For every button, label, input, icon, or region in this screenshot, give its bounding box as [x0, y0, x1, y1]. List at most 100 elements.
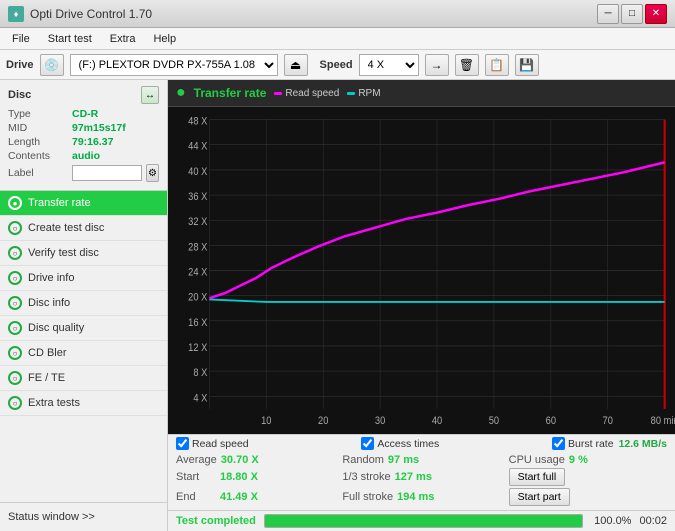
svg-text:40 X: 40 X [188, 166, 207, 178]
nav-label-drive-info: Drive info [28, 272, 74, 284]
stat-full-stroke-val: 194 ms [397, 491, 447, 503]
legend-read-speed: Read speed [274, 88, 339, 99]
burst-rate-label: Burst rate [568, 438, 614, 450]
status-window-button[interactable]: Status window >> [0, 507, 167, 527]
clear-button[interactable]: 🗑 [455, 54, 479, 76]
menu-file[interactable]: File [4, 31, 38, 47]
disc-arrow-button[interactable]: ↔ [141, 86, 159, 104]
verify-test-disc-icon: ○ [8, 246, 22, 260]
read-speed-label: Read speed [192, 438, 249, 450]
svg-text:24 X: 24 X [188, 267, 207, 279]
svg-text:36 X: 36 X [188, 191, 207, 203]
save-button[interactable]: 💾 [515, 54, 539, 76]
nav-label-cd-bler: CD Bler [28, 347, 67, 359]
chart-area: 48 X 44 X 40 X 36 X 32 X 28 X 24 X 20 X … [168, 107, 675, 434]
progress-status-label: Test completed [176, 515, 256, 527]
burst-rate-checkbox-label[interactable]: Burst rate 12.6 MB/s [552, 437, 667, 450]
legend-rpm-label: RPM [358, 88, 380, 99]
progress-fill [265, 515, 583, 527]
menu-bar: File Start test Extra Help [0, 28, 675, 50]
stat-third-stroke-key: 1/3 stroke [342, 471, 390, 483]
nav-label-disc-quality: Disc quality [28, 322, 84, 334]
disc-contents-key: Contents [8, 150, 68, 162]
stat-row-full-stroke: Full stroke 194 ms [342, 488, 500, 506]
stat-row-cpu: CPU usage 9 % [509, 454, 667, 466]
svg-text:10: 10 [261, 415, 272, 427]
drive-icon-button[interactable]: 💿 [40, 54, 64, 76]
eject-button[interactable]: ⏏ [284, 54, 308, 76]
disc-type-row: Type CD-R [8, 108, 159, 120]
nav-item-disc-quality[interactable]: ○ Disc quality [0, 316, 167, 341]
start-full-button[interactable]: Start full [509, 468, 566, 486]
nav-label-transfer-rate: Transfer rate [28, 197, 91, 209]
access-times-checkbox-label[interactable]: Access times [361, 437, 439, 450]
svg-text:20: 20 [318, 415, 329, 427]
disc-info-icon: ○ [8, 296, 22, 310]
stat-row-start: Start 18.80 X [176, 468, 334, 486]
stat-row-start-full: Start full [509, 468, 667, 486]
access-times-checkbox[interactable] [361, 437, 374, 450]
nav-item-fe-te[interactable]: ○ FE / TE [0, 366, 167, 391]
nav-item-extra-tests[interactable]: ○ Extra tests [0, 391, 167, 416]
legend-rpm-dot [347, 92, 355, 95]
nav-item-transfer-rate[interactable]: ● Transfer rate [0, 191, 167, 216]
menu-extra[interactable]: Extra [102, 31, 144, 47]
svg-text:50: 50 [489, 415, 500, 427]
disc-label-key: Label [8, 167, 68, 179]
start-part-button[interactable]: Start part [509, 488, 570, 506]
disc-length-key: Length [8, 136, 68, 148]
speed-select[interactable]: 4 X [359, 54, 419, 76]
read-speed-checkbox-label[interactable]: Read speed [176, 437, 249, 450]
nav-item-create-test-disc[interactable]: ○ Create test disc [0, 216, 167, 241]
content-area: ● Transfer rate Read speed RPM [168, 80, 675, 531]
read-speed-checkbox[interactable] [176, 437, 189, 450]
stat-full-stroke-key: Full stroke [342, 491, 393, 503]
menu-help[interactable]: Help [145, 31, 184, 47]
svg-text:12 X: 12 X [188, 342, 207, 354]
stat-row-start-part: Start part [509, 488, 667, 506]
nav-item-disc-info[interactable]: ○ Disc info [0, 291, 167, 316]
disc-mid-val: 97m15s17f [72, 122, 126, 134]
drive-label: Drive [6, 59, 34, 71]
cd-bler-icon: ○ [8, 346, 22, 360]
create-test-disc-icon: ○ [8, 221, 22, 235]
burst-rate-checkbox[interactable] [552, 437, 565, 450]
disc-header: Disc ↔ [8, 86, 159, 104]
disc-type-val: CD-R [72, 108, 98, 120]
speed-arrow-button[interactable]: → [425, 54, 449, 76]
disc-quality-icon: ○ [8, 321, 22, 335]
nav-item-verify-test-disc[interactable]: ○ Verify test disc [0, 241, 167, 266]
disc-type-key: Type [8, 108, 68, 120]
stats-bar: Read speed Access times Burst rate 12.6 … [168, 434, 675, 452]
main-layout: Disc ↔ Type CD-R MID 97m15s17f Length 79… [0, 80, 675, 531]
maximize-button[interactable]: □ [621, 4, 643, 24]
svg-text:16 X: 16 X [188, 317, 207, 329]
access-times-label: Access times [377, 438, 439, 450]
legend-read-speed-dot [274, 92, 282, 95]
sidebar-bottom: Status window >> [0, 502, 167, 531]
app-icon: ♦ [8, 6, 24, 22]
nav-item-drive-info[interactable]: ○ Drive info [0, 266, 167, 291]
stat-random-key: Random [342, 454, 384, 466]
disc-label-row: Label ⚙ [8, 164, 159, 182]
nav-item-cd-bler[interactable]: ○ CD Bler [0, 341, 167, 366]
title-bar-left: ♦ Opti Drive Control 1.70 [8, 6, 152, 22]
stat-average-key: Average [176, 454, 217, 466]
extra-tests-icon: ○ [8, 396, 22, 410]
minimize-button[interactable]: ─ [597, 4, 619, 24]
copy-button[interactable]: 📋 [485, 54, 509, 76]
progress-bar-container: Test completed 100.0% 00:02 [168, 510, 675, 531]
stat-row-random: Random 97 ms [342, 454, 500, 466]
progress-time: 00:02 [639, 515, 667, 527]
disc-section: Disc ↔ Type CD-R MID 97m15s17f Length 79… [0, 80, 167, 191]
menu-start-test[interactable]: Start test [40, 31, 100, 47]
progress-track [264, 514, 584, 528]
close-button[interactable]: ✕ [645, 4, 667, 24]
stat-cpu-val: 9 % [569, 454, 619, 466]
disc-label-input[interactable] [72, 165, 142, 181]
nav-label-fe-te: FE / TE [28, 372, 65, 384]
fe-te-icon: ○ [8, 371, 22, 385]
svg-text:20 X: 20 X [188, 292, 207, 304]
drive-select[interactable]: (F:) PLEXTOR DVDR PX-755A 1.08 [70, 54, 278, 76]
label-settings-button[interactable]: ⚙ [146, 164, 159, 182]
